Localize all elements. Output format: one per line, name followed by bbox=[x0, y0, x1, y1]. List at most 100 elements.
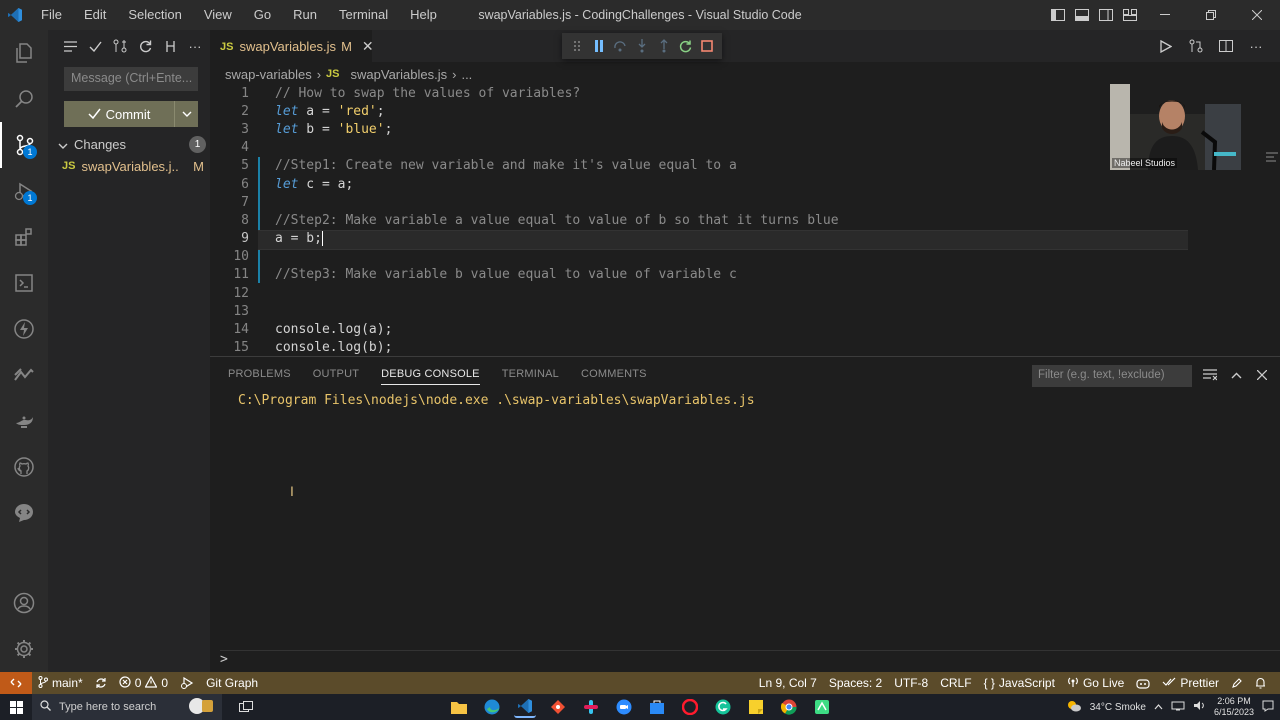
prettier-status[interactable]: Prettier bbox=[1156, 676, 1225, 690]
menu-help[interactable]: Help bbox=[399, 0, 448, 30]
commit-dropdown-chevron-icon[interactable] bbox=[174, 101, 198, 127]
git-lens-icon[interactable] bbox=[0, 352, 48, 398]
remote-window-icon[interactable] bbox=[0, 672, 32, 694]
weather-icon[interactable] bbox=[1066, 700, 1082, 715]
menu-view[interactable]: View bbox=[193, 0, 243, 30]
chrome-icon[interactable] bbox=[778, 696, 800, 718]
drag-handle-icon[interactable] bbox=[568, 37, 586, 55]
git-branch-icon[interactable] bbox=[161, 37, 179, 55]
windows-start-icon[interactable] bbox=[0, 694, 32, 720]
step-over-icon[interactable] bbox=[611, 37, 629, 55]
step-out-icon[interactable] bbox=[655, 37, 673, 55]
commit-message-input[interactable]: Message (Ctrl+Ente... bbox=[64, 67, 198, 91]
menu-run[interactable]: Run bbox=[282, 0, 328, 30]
commit-check-icon[interactable] bbox=[86, 37, 104, 55]
breadcrumb-file[interactable]: swapVariables.js bbox=[351, 67, 448, 82]
network-icon[interactable] bbox=[1171, 701, 1185, 714]
menu-terminal[interactable]: Terminal bbox=[328, 0, 399, 30]
close-panel-icon[interactable] bbox=[1254, 367, 1270, 383]
run-debug-status-icon[interactable] bbox=[174, 677, 200, 689]
branch-status[interactable]: main* bbox=[32, 675, 89, 691]
volume-icon[interactable] bbox=[1193, 700, 1206, 714]
close-window-icon[interactable] bbox=[1234, 0, 1280, 30]
changed-file-item[interactable]: JS swapVariables.j... M bbox=[62, 156, 204, 176]
tab-terminal[interactable]: TERMINAL bbox=[502, 368, 559, 385]
tab-debug-console[interactable]: DEBUG CONSOLE bbox=[381, 368, 480, 385]
git-graph-status[interactable]: Git Graph bbox=[200, 676, 264, 690]
extensions-icon[interactable] bbox=[0, 214, 48, 260]
slack-icon[interactable] bbox=[580, 696, 602, 718]
clock[interactable]: 2:06 PM 6/15/2023 bbox=[1214, 696, 1254, 718]
refresh-icon[interactable] bbox=[136, 37, 154, 55]
copilot-icon[interactable] bbox=[1130, 677, 1156, 689]
run-debug-icon[interactable]: 1 bbox=[0, 168, 48, 214]
split-editor-icon[interactable] bbox=[1216, 36, 1236, 56]
notification-center-icon[interactable] bbox=[1262, 700, 1274, 715]
changes-group-header[interactable]: Changes 1 bbox=[58, 134, 206, 154]
restore-icon[interactable] bbox=[1188, 0, 1234, 30]
file-explorer-icon[interactable] bbox=[448, 696, 470, 718]
tab-comments[interactable]: COMMENTS bbox=[581, 368, 647, 385]
feedback-icon[interactable] bbox=[1225, 677, 1249, 689]
stop-icon[interactable] bbox=[698, 37, 716, 55]
vscode-taskbar-icon[interactable] bbox=[514, 696, 536, 718]
more-actions-icon[interactable]: ··· bbox=[186, 37, 204, 55]
tab-problems[interactable]: PROBLEMS bbox=[228, 368, 291, 385]
opera-icon[interactable] bbox=[679, 696, 701, 718]
run-file-icon[interactable] bbox=[1156, 36, 1176, 56]
android-studio-icon[interactable] bbox=[811, 696, 833, 718]
search-icon[interactable] bbox=[0, 76, 48, 122]
git-extensions-icon[interactable] bbox=[547, 696, 569, 718]
minimap[interactable] bbox=[1266, 150, 1280, 170]
settings-gear-icon[interactable] bbox=[0, 626, 48, 672]
debug-console-input[interactable]: > bbox=[220, 650, 1280, 668]
github-icon[interactable] bbox=[0, 444, 48, 490]
taskbar-search-box[interactable]: Type here to search bbox=[32, 694, 222, 720]
source-control-icon[interactable]: 1 bbox=[0, 122, 48, 168]
cursor-position[interactable]: Ln 9, Col 7 bbox=[753, 676, 823, 690]
menu-go[interactable]: Go bbox=[243, 0, 282, 30]
account-icon[interactable] bbox=[0, 580, 48, 626]
go-live-button[interactable]: Go Live bbox=[1061, 676, 1130, 691]
git-compare-icon[interactable] bbox=[111, 37, 129, 55]
close-tab-icon[interactable]: ✕ bbox=[362, 38, 374, 55]
open-changes-icon[interactable] bbox=[1186, 36, 1206, 56]
restart-icon[interactable] bbox=[676, 37, 694, 55]
weather-text[interactable]: 34°C Smoke bbox=[1090, 702, 1146, 713]
maximize-panel-chevron-up-icon[interactable] bbox=[1228, 367, 1244, 383]
customize-layout-icon[interactable] bbox=[1118, 0, 1142, 30]
breadcrumb-folder[interactable]: swap-variables bbox=[225, 67, 312, 82]
tray-chevron-up-icon[interactable] bbox=[1154, 702, 1163, 713]
toggle-panel-icon[interactable] bbox=[1070, 0, 1094, 30]
indentation[interactable]: Spaces: 2 bbox=[823, 676, 888, 690]
thunder-client-icon[interactable] bbox=[0, 306, 48, 352]
notifications-bell-icon[interactable] bbox=[1249, 677, 1272, 689]
store-icon[interactable] bbox=[646, 696, 668, 718]
grammarly-icon[interactable] bbox=[712, 696, 734, 718]
encoding[interactable]: UTF-8 bbox=[888, 676, 934, 690]
clear-console-icon[interactable] bbox=[1202, 367, 1218, 383]
language-mode[interactable]: { } JavaScript bbox=[978, 676, 1061, 690]
menu-selection[interactable]: Selection bbox=[117, 0, 192, 30]
zoom-icon[interactable] bbox=[613, 696, 635, 718]
edge-browser-icon[interactable] bbox=[481, 696, 503, 718]
pause-icon[interactable] bbox=[590, 37, 608, 55]
toggle-sidebar-icon[interactable] bbox=[1046, 0, 1070, 30]
toggle-secondary-sidebar-icon[interactable] bbox=[1094, 0, 1118, 30]
end-of-line[interactable]: CRLF bbox=[934, 676, 977, 690]
breadcrumb-more[interactable]: ... bbox=[461, 67, 472, 82]
sync-icon[interactable] bbox=[89, 677, 113, 689]
minimize-icon[interactable] bbox=[1142, 0, 1188, 30]
commit-button[interactable]: Commit bbox=[64, 101, 198, 127]
explorer-icon[interactable] bbox=[0, 30, 48, 76]
problems-status[interactable]: 0 0 bbox=[113, 675, 174, 691]
terminal-panel-icon[interactable] bbox=[0, 260, 48, 306]
menu-file[interactable]: File bbox=[30, 0, 73, 30]
editor-more-actions-icon[interactable]: ··· bbox=[1246, 36, 1266, 56]
view-as-list-icon[interactable] bbox=[61, 37, 79, 55]
step-into-icon[interactable] bbox=[633, 37, 651, 55]
live-share-chat-icon[interactable] bbox=[0, 490, 48, 536]
genie-lamp-icon[interactable] bbox=[0, 398, 48, 444]
menu-edit[interactable]: Edit bbox=[73, 0, 117, 30]
task-view-icon[interactable] bbox=[230, 694, 262, 720]
